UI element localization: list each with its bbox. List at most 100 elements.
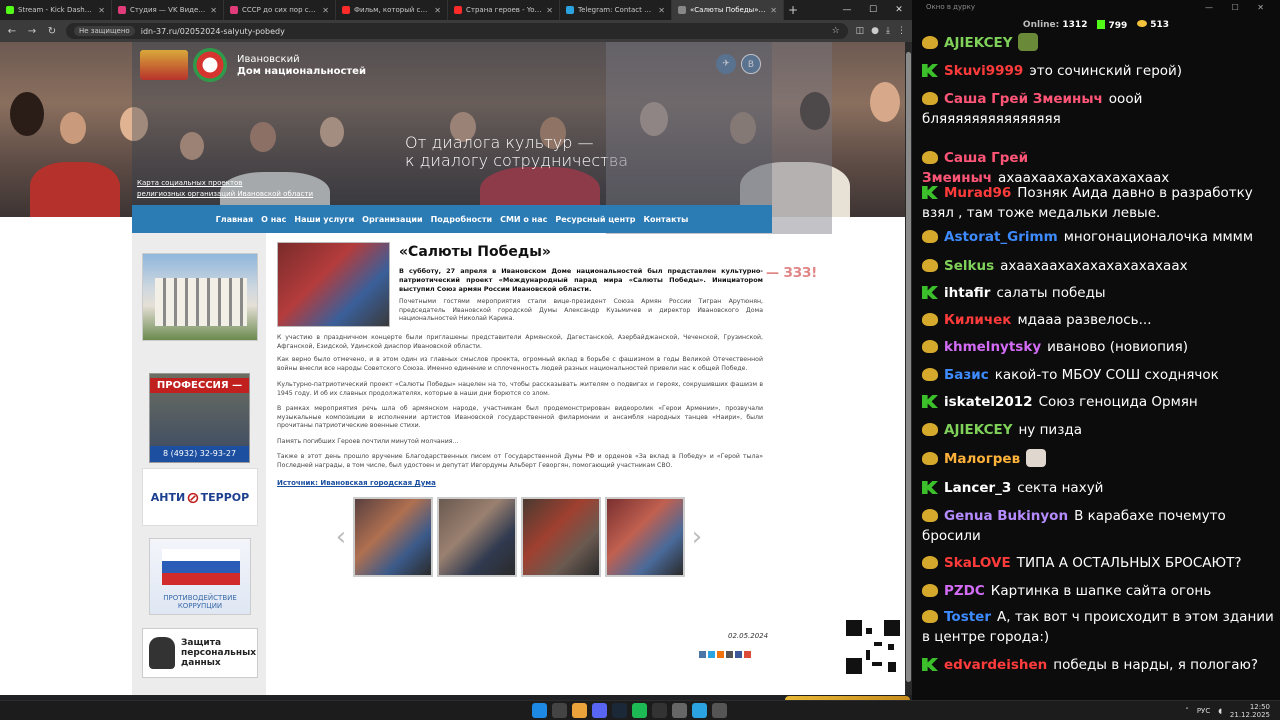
chat-username[interactable]: Саша Грей Змеиныч [944,91,1103,107]
gallery-prev-icon[interactable]: ‹ [335,519,347,555]
anti-terror-banner[interactable]: АНТИ ⊘ ТЕРРОР [142,468,258,526]
nav-media[interactable]: СМИ о нас [500,215,547,224]
address-bar[interactable]: Не защищено idn-37.ru/02052024-salyuty-p… [66,23,848,39]
clock[interactable]: 12:50 21.12.2025 [1230,703,1270,719]
extension-icon[interactable]: ◫ [856,26,865,36]
tray-arrow-icon[interactable]: ˄ [1185,707,1189,715]
chat-message: Киличек мдааа развелось... [922,311,1274,331]
nav-home[interactable]: Главная [216,215,253,224]
gallery-thumb[interactable] [605,497,685,577]
close-icon[interactable]: ✕ [770,6,777,15]
nav-services[interactable]: Наши услуги [294,215,354,224]
gallery-thumb[interactable] [437,497,517,577]
building-photo[interactable] [142,253,258,341]
chat-text: победы в нарды, я пологаю? [1053,657,1259,673]
chat-username[interactable]: AJIEKCEY [944,422,1012,438]
chat-window-controls[interactable]: — ☐ ✕ [1205,0,1272,15]
chat-username[interactable]: Skuvi9999 [944,63,1023,79]
reload-icon[interactable]: ↻ [46,26,58,37]
share-link-icon[interactable] [735,651,742,658]
chat-username[interactable]: AJIEKCEY [944,35,1012,51]
chrome-icon[interactable] [572,703,587,718]
obs-icon[interactable] [652,703,667,718]
share-telegram-icon[interactable] [708,651,715,658]
tab-3[interactable]: Фильм, который сломал То... ✕ [336,0,448,20]
download-icon[interactable]: ⤓ [886,26,890,36]
language-indicator[interactable]: РУС [1197,707,1210,715]
chat-username[interactable]: PZDC [944,583,985,599]
close-icon[interactable]: ✕ [546,6,553,15]
source-link[interactable]: Источник: Ивановская городская Дума [277,479,436,487]
app-icon[interactable] [712,703,727,718]
chat-username[interactable]: Genua Bukinyon [944,508,1068,524]
site-logo-text[interactable]: Ивановский Дом национальностей [237,54,366,78]
chat-username[interactable]: Selkus [944,258,994,274]
scrollbar-thumb[interactable] [906,52,911,682]
discord-icon[interactable] [592,703,607,718]
share-vk-icon[interactable] [699,651,706,658]
close-window-icon[interactable]: ✕ [886,0,912,20]
menu-icon[interactable]: ⋮ [897,26,906,36]
share-ok-icon[interactable] [717,651,724,658]
nav-contacts[interactable]: Контакты [643,215,688,224]
chat-username[interactable]: Базис [944,367,989,383]
chat-username[interactable]: ihtafir [944,285,990,301]
chat-username[interactable]: Малогрев [944,451,1020,467]
tab-2[interactable]: СССР до сих пор существует ✕ [224,0,336,20]
gallery-thumb[interactable] [521,497,601,577]
share-more-icon[interactable] [744,651,751,658]
minimize-icon[interactable]: — [834,0,860,20]
chat-username[interactable]: Lancer_3 [944,480,1011,496]
tab-0[interactable]: Stream - Kick Dashboard ✕ [0,0,112,20]
tab-6-active[interactable]: «Салюты Победы» | Иванo... ✕ [672,0,784,20]
insecure-badge[interactable]: Не защищено [74,26,135,36]
url-text[interactable]: idn-37.ru/02052024-salyuty-pobedy [141,27,285,36]
nav-about[interactable]: О нас [261,215,286,224]
anti-corruption-banner[interactable]: ПРОТИВОДЕЙСТВИЕ КОРРУПЦИИ [149,538,251,615]
chat-username[interactable]: edvardeishen [944,657,1047,673]
tab-1[interactable]: Студия — VK Видео Live ✕ [112,0,224,20]
maximize-icon[interactable]: ☐ [860,0,886,20]
forward-icon[interactable]: → [26,26,38,37]
chat-text: какой-то МБОУ СОШ сходнячок [994,367,1219,383]
house-of-nationalities-logo[interactable] [193,48,227,82]
nav-resource-center[interactable]: Ресурсный центр [555,215,635,224]
steam-icon[interactable] [612,703,627,718]
new-tab-button[interactable]: + [784,0,802,20]
profile-icon[interactable]: ● [871,26,879,36]
social-map-link[interactable]: Карта социальных проектов религиозных ор… [137,178,313,200]
start-icon[interactable] [532,703,547,718]
profession-banner[interactable]: ПРОФЕССИЯ — 8 (4932) 32-93-27 [149,373,250,463]
close-icon[interactable]: ✕ [434,6,441,15]
gallery-thumb[interactable] [353,497,433,577]
app-icon[interactable] [672,703,687,718]
chat-username[interactable]: Toster [944,609,991,625]
telegram-icon[interactable] [692,703,707,718]
search-icon[interactable] [552,703,567,718]
close-icon[interactable]: ✕ [322,6,329,15]
share-buttons [699,651,751,658]
bookmark-star-icon[interactable]: ☆ [832,26,840,36]
back-icon[interactable]: ← [6,26,18,37]
tab-5[interactable]: Telegram: Contact @geroi_... ✕ [560,0,672,20]
speaker-icon[interactable]: ◖ [1218,707,1222,715]
chat-username[interactable]: khmelnytsky [944,339,1041,355]
personal-data-banner[interactable]: Защита персональных данных [142,628,258,678]
close-icon[interactable]: ✕ [658,6,665,15]
close-icon[interactable]: ✕ [210,6,217,15]
chat-username[interactable]: Astorat_Grimm [944,229,1058,245]
close-icon[interactable]: ✕ [98,6,105,15]
region-coat-of-arms-logo[interactable] [140,50,188,80]
spotify-icon[interactable] [632,703,647,718]
article-photo[interactable] [277,242,390,327]
nav-organizations[interactable]: Организации [362,215,422,224]
share-mail-icon[interactable] [726,651,733,658]
gallery-next-icon[interactable]: › [691,519,703,555]
tab-4[interactable]: Страна героев - YouTube✕ [448,0,560,20]
nav-details[interactable]: Подробности [431,215,492,224]
chat-username[interactable]: iskatel2012 [944,394,1033,410]
page-scrollbar[interactable] [905,42,912,695]
chat-username[interactable]: Киличек [944,312,1011,328]
chat-username[interactable]: SkaLOVE [944,555,1011,571]
chat-username[interactable]: Murad96 [944,185,1011,201]
